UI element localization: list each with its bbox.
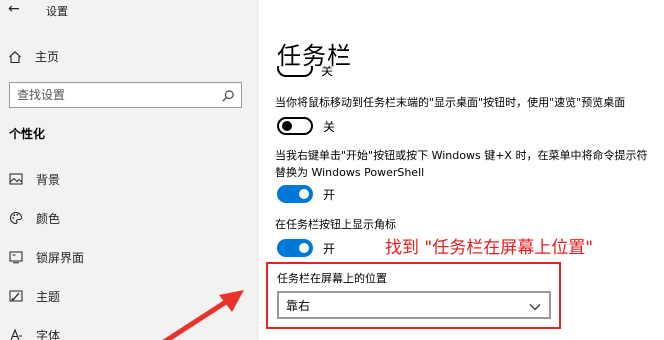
home-icon xyxy=(8,50,22,64)
toggle-knob xyxy=(282,121,292,131)
badges-toggle-row: 开 xyxy=(277,239,335,257)
main-panel: 任务栏 关 当你将鼠标移动到任务栏末端的"显示桌面"按钮时，使用"速览"预览桌面… xyxy=(259,0,664,340)
search-box[interactable] xyxy=(9,82,242,108)
sidebar-item-label: 颜色 xyxy=(36,211,61,226)
annotation-text: 找到 "任务栏在屏幕上位置" xyxy=(385,238,594,258)
back-button[interactable]: ← xyxy=(8,1,20,17)
badges-toggle[interactable] xyxy=(277,239,313,257)
annotation-arrow-icon xyxy=(162,290,244,340)
toggle-track xyxy=(277,66,313,77)
setting-powershell-description: 当我右键单击"开始"按钮或按下 Windows 键+X 时，在菜单中将命令提示符… xyxy=(275,149,648,179)
sidebar-item-themes[interactable]: 主题 xyxy=(9,286,60,306)
toggle-switch[interactable] xyxy=(277,66,313,78)
sidebar-item-lock-screen[interactable]: 锁屏界面 xyxy=(9,247,84,267)
sidebar-item-fonts[interactable]: 字体 xyxy=(9,325,60,340)
palette-icon xyxy=(9,211,23,225)
setting-badges-description: 在任务栏按钮上显示角标 xyxy=(275,218,396,231)
theme-icon xyxy=(9,289,23,303)
search-icon[interactable] xyxy=(221,88,235,107)
search-input[interactable] xyxy=(10,83,210,107)
taskbar-position-dropdown[interactable]: 靠右 xyxy=(277,291,551,319)
taskbar-position-label: 任务栏在屏幕上的位置 xyxy=(277,272,387,285)
sidebar-item-label: 背景 xyxy=(36,172,61,187)
powershell-toggle[interactable] xyxy=(277,185,313,203)
dropdown-value: 靠右 xyxy=(286,298,311,313)
setting-peek-description: 当你将鼠标移动到任务栏末端的"显示桌面"按钮时，使用"速览"预览桌面 xyxy=(275,96,626,109)
peek-toggle[interactable] xyxy=(277,117,313,135)
arrow-left-icon: ← xyxy=(8,1,20,17)
sidebar-item-label: 主题 xyxy=(36,289,61,304)
peek-toggle-row: 关 xyxy=(277,117,335,135)
chevron-down-icon xyxy=(529,296,541,315)
sidebar-item-label: 锁屏界面 xyxy=(36,250,85,265)
sidebar-item-label: 主页 xyxy=(35,50,60,64)
font-icon xyxy=(9,328,23,340)
toggle-state-label: 关 xyxy=(323,119,336,134)
sidebar-item-colors[interactable]: 颜色 xyxy=(9,208,60,228)
toggle-state-label: 开 xyxy=(323,187,336,202)
app-title: 设置 xyxy=(46,5,68,18)
sidebar-item-background[interactable]: 背景 xyxy=(9,169,60,189)
sidebar-item-label: 字体 xyxy=(36,328,61,340)
toggle-state-label: 开 xyxy=(323,241,336,256)
toggle-knob xyxy=(299,189,309,199)
toggle-knob xyxy=(299,243,309,253)
powershell-toggle-row: 开 xyxy=(277,185,335,203)
lock-screen-icon xyxy=(9,250,23,264)
picture-icon xyxy=(9,172,23,186)
section-title: 个性化 xyxy=(9,127,46,141)
sidebar-item-home[interactable]: 主页 xyxy=(8,48,59,65)
